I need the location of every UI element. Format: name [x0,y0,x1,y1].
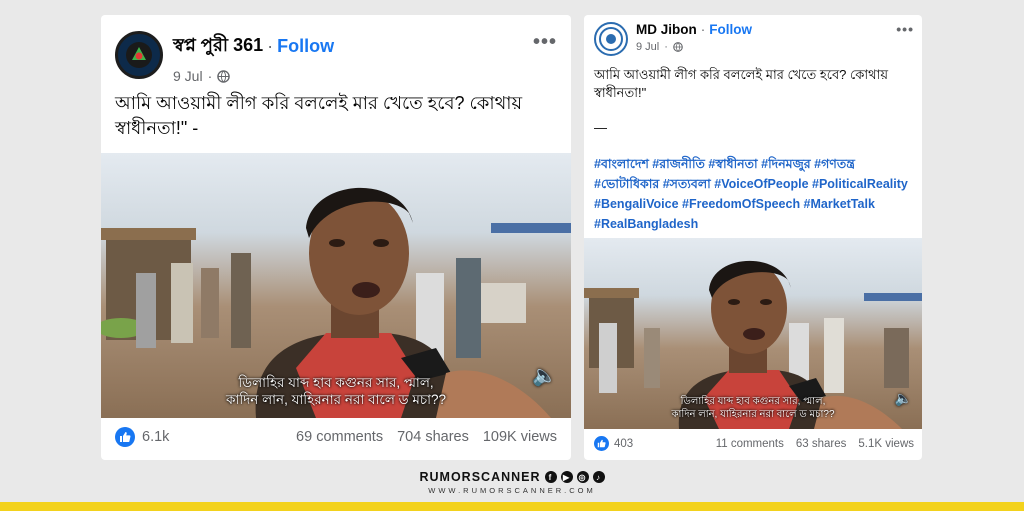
author-name[interactable]: MD Jibon [636,22,697,37]
post-header: MD Jibon · Follow 9 Jul · [594,22,752,56]
more-options-icon[interactable]: ••• [533,31,557,54]
post-video[interactable]: ডিলাহির যাব্দ হাব কগুনর সার, প্মাল, কাদি… [584,238,922,429]
brand-logo: RUMORSCANNER f ▶ ◎ ♪ WWW.RUMORSCANNER.CO… [406,470,618,495]
tiktok-icon: ♪ [592,471,605,483]
volume-icon[interactable]: 🔈 [532,363,557,388]
globe-icon [673,42,683,52]
post-date[interactable]: 9 Jul [173,68,203,84]
like-icon[interactable] [115,427,135,447]
video-subtitles: ডিলাহির যাব্দ হাব কগুনর সার, প্মাল, কাদি… [101,374,571,408]
avatar-logo [599,27,623,51]
post-header: স্বপ্ন পুরী 361 · Follow 9 Jul · [115,31,334,84]
post-footer: 6.1k 69 comments 704 shares 109K views [115,427,557,447]
post-date[interactable]: 9 Jul [636,41,659,53]
shares-count[interactable]: 704 shares [397,429,469,445]
text-separator: — [594,120,607,135]
facebook-icon: f [544,471,557,483]
subtitle-line: ডিলাহির যাব্দ হাব কগুনর সার, প্মাল, [680,396,826,407]
more-options-icon[interactable]: ••• [896,21,914,37]
separator-dot: · [700,22,706,37]
video-subtitles: ডিলাহির যাব্দ হাব কগুনর সার, প্মাল, কাদি… [584,395,922,421]
brand-bar [0,502,1024,511]
post-text: আমি আওয়ামী লীগ করি বললেই মার খেতে হবে? … [115,93,523,138]
subtitle-line: কাদিন লান, যাহিরনার নরা বালে ড মচা?? [671,409,835,420]
avatar[interactable] [594,22,628,56]
comments-count[interactable]: 69 comments [296,429,383,445]
brand-name-row: RUMORSCANNER f ▶ ◎ ♪ [419,470,605,484]
globe-icon [217,69,231,83]
thumb-up-glyph [120,432,131,442]
follow-button[interactable]: Follow [709,22,752,37]
post-footer: 403 11 comments 63 shares 5.1K views [594,436,914,451]
avatar[interactable] [115,31,163,79]
post-card-2: MD Jibon · Follow 9 Jul · ••• আমি আওয়াম… [584,15,922,460]
brand-name: RUMORSCANNER [419,470,541,484]
like-count[interactable]: 6.1k [142,429,169,445]
shares-count[interactable]: 63 shares [796,438,847,450]
subtitle-line: ডিলাহির যাব্দ হাব কগুনর সার, প্মাল, [238,375,434,390]
instagram-icon: ◎ [576,471,589,483]
avatar-logo [126,42,152,68]
youtube-icon: ▶ [560,471,573,483]
views-count: 5.1K views [858,437,914,450]
hashtags[interactable]: #বাংলাদেশ #রাজনীতি #স্বাধীনতা #দিনমজুর #… [594,154,920,234]
thumb-up-glyph [597,439,606,448]
volume-icon[interactable]: 🔈 [895,390,912,407]
post-video[interactable]: ডিলাহির যাব্দ হাব কগুনর সার, প্মাল, কাদি… [101,153,571,418]
brand-url: WWW.RUMORSCANNER.COM [428,486,596,495]
post-card-1: স্বপ্ন পুরী 361 · Follow 9 Jul · ••• আমি… [101,15,571,460]
like-count[interactable]: 403 [614,438,633,450]
comments-count[interactable]: 11 comments [716,438,784,450]
post-text: আমি আওয়ামী লীগ করি বললেই মার খেতে হবে? … [594,67,889,100]
follow-button[interactable]: Follow [277,36,334,57]
subtitle-line: কাদিন লান, যাহিরনার নরা বালে ড মচা?? [225,392,447,407]
like-icon[interactable] [594,436,609,451]
views-count: 109K views [482,429,557,445]
author-name[interactable]: স্বপ্ন পুরী 361 [173,31,263,62]
separator-dot: · [267,36,274,56]
